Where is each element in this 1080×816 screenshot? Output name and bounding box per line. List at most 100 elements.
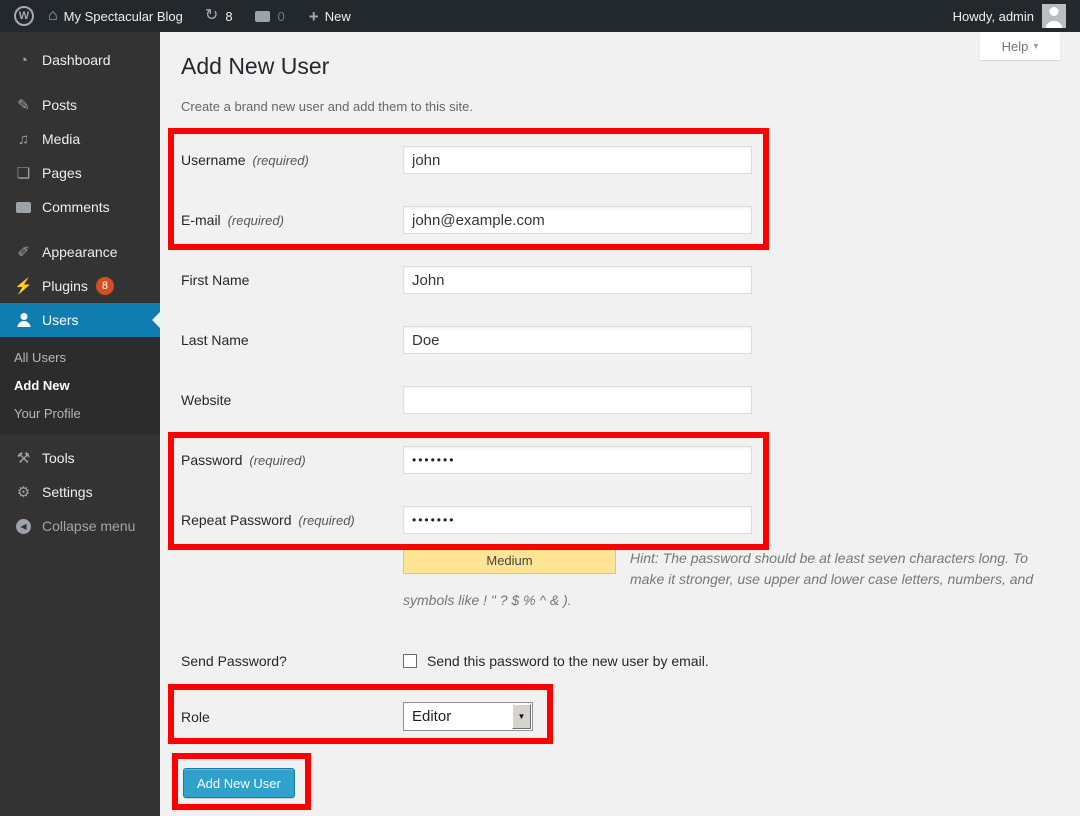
help-label: Help — [1002, 39, 1029, 54]
sidebar-item-dashboard[interactable]: ◔ Dashboard — [0, 43, 160, 77]
updates-link[interactable]: ↻ 8 — [205, 8, 233, 24]
sidebar-item-media[interactable]: ♫ Media — [0, 122, 160, 156]
password-strength-meter: Medium — [403, 548, 616, 574]
sidebar-item-comments[interactable]: Comments — [0, 190, 160, 224]
media-icon: ♫ — [13, 131, 34, 148]
username-input[interactable] — [403, 146, 752, 174]
label-text: Username — [181, 152, 246, 168]
sidebar-item-posts[interactable]: ✎ Posts — [0, 88, 160, 122]
active-item-arrow — [152, 312, 160, 328]
add-user-form: Username (required) E-mail (required) Fi… — [181, 146, 1080, 798]
wordpress-menu[interactable]: W — [14, 6, 34, 26]
sidebar-item-appearance[interactable]: ✐ Appearance — [0, 235, 160, 269]
site-name: My Spectacular Blog — [64, 9, 183, 24]
label-text: Send Password? — [181, 653, 287, 669]
label-text: Last Name — [181, 332, 249, 348]
howdy-text: Howdy, admin — [953, 9, 1034, 24]
appearance-icon: ✐ — [13, 243, 34, 261]
send-password-text: Send this password to the new user by em… — [427, 653, 709, 669]
label-text: Website — [181, 392, 231, 408]
page-title: Add New User — [181, 51, 1080, 81]
username-row: Username (required) — [181, 146, 1080, 174]
repeat-password-input[interactable] — [403, 506, 752, 534]
collapse-menu-button[interactable]: ◀ Collapse menu — [0, 509, 160, 543]
website-label: Website — [181, 392, 403, 408]
plugins-icon: ⚡ — [13, 277, 34, 295]
sidebar-item-pages[interactable]: ❏ Pages — [0, 156, 160, 190]
password-input[interactable] — [403, 446, 752, 474]
required-note: (required) — [252, 153, 308, 168]
first-name-label: First Name — [181, 272, 403, 288]
sidebar-item-plugins[interactable]: ⚡ Plugins 8 — [0, 269, 160, 303]
admin-bar: W ⌂ My Spectacular Blog ↻ 8 0 + New Howd… — [0, 0, 1080, 32]
sidebar-item-label: Dashboard — [42, 52, 111, 68]
submenu-item-your-profile[interactable]: Your Profile — [0, 399, 160, 427]
email-row: E-mail (required) — [181, 206, 1080, 234]
send-password-label: Send Password? — [181, 653, 403, 669]
sidebar-item-tools[interactable]: ⚒ Tools — [0, 441, 160, 475]
repeat-password-label: Repeat Password (required) — [181, 512, 403, 528]
sidebar-item-label: Media — [42, 131, 80, 147]
admin-menu-sidebar: ◔ Dashboard ✎ Posts ♫ Media ❏ Pages Comm… — [0, 32, 160, 816]
sidebar-item-label: Pages — [42, 165, 82, 181]
add-new-user-button[interactable]: Add New User — [183, 768, 295, 798]
site-link[interactable]: ⌂ My Spectacular Blog — [48, 8, 183, 24]
pages-icon: ❏ — [13, 164, 34, 182]
required-note: (required) — [228, 213, 284, 228]
new-content-link[interactable]: + New — [309, 8, 351, 25]
help-tab[interactable]: Help ▾ — [980, 32, 1060, 60]
sidebar-item-label: Comments — [42, 199, 110, 215]
menu-separator — [0, 32, 160, 43]
role-label: Role — [181, 709, 403, 725]
sidebar-item-settings[interactable]: ⚙ Settings — [0, 475, 160, 509]
sidebar-item-label: Settings — [42, 484, 93, 500]
my-account-link[interactable]: Howdy, admin — [953, 4, 1066, 28]
dropdown-arrow-icon[interactable]: ▼ — [512, 704, 531, 729]
label-text: Role — [181, 709, 210, 725]
email-input[interactable] — [403, 206, 752, 234]
new-label: New — [325, 9, 351, 24]
comments-link[interactable]: 0 — [255, 9, 285, 24]
menu-separator — [0, 77, 160, 88]
settings-icon: ⚙ — [13, 483, 34, 501]
sidebar-item-users[interactable]: Users — [0, 303, 160, 337]
last-name-input[interactable] — [403, 326, 752, 354]
website-row: Website — [181, 386, 1080, 414]
page-description: Create a brand new user and add them to … — [181, 99, 1080, 115]
collapse-icon: ◀ — [13, 519, 34, 534]
email-label: E-mail (required) — [181, 212, 403, 228]
main-content: Add New User Create a brand new user and… — [160, 32, 1080, 816]
website-input[interactable] — [403, 386, 752, 414]
avatar — [1042, 4, 1066, 28]
home-icon: ⌂ — [48, 8, 58, 24]
submenu-item-all-users[interactable]: All Users — [0, 343, 160, 371]
password-row: Password (required) — [181, 446, 1080, 474]
menu-separator — [0, 224, 160, 235]
collapse-menu-label: Collapse menu — [42, 518, 135, 534]
users-submenu: All Users Add New Your Profile — [0, 337, 160, 435]
sidebar-item-label: Users — [42, 312, 79, 328]
dashboard-icon: ◔ — [13, 52, 34, 69]
label-text: First Name — [181, 272, 249, 288]
submenu-item-add-new[interactable]: Add New — [0, 371, 160, 399]
password-label: Password (required) — [181, 452, 403, 468]
comments-count: 0 — [278, 9, 285, 24]
comments-icon — [13, 202, 34, 213]
label-text: Repeat Password — [181, 512, 292, 528]
role-row: Role Editor ▼ — [181, 702, 1080, 731]
required-note: (required) — [249, 453, 305, 468]
tools-icon: ⚒ — [13, 449, 34, 467]
sidebar-item-label: Tools — [42, 450, 75, 466]
comments-bubble-icon — [255, 11, 270, 22]
required-note: (required) — [298, 513, 354, 528]
first-name-input[interactable] — [403, 266, 752, 294]
role-select[interactable]: Editor ▼ — [403, 702, 533, 731]
updates-icon: ↻ — [205, 8, 218, 24]
chevron-down-icon: ▾ — [1033, 41, 1038, 52]
last-name-row: Last Name — [181, 326, 1080, 354]
repeat-password-row: Repeat Password (required) — [181, 506, 1080, 534]
send-password-checkbox[interactable] — [403, 654, 417, 668]
username-label: Username (required) — [181, 152, 403, 168]
plugins-update-badge: 8 — [96, 277, 114, 295]
sidebar-item-label: Posts — [42, 97, 77, 113]
